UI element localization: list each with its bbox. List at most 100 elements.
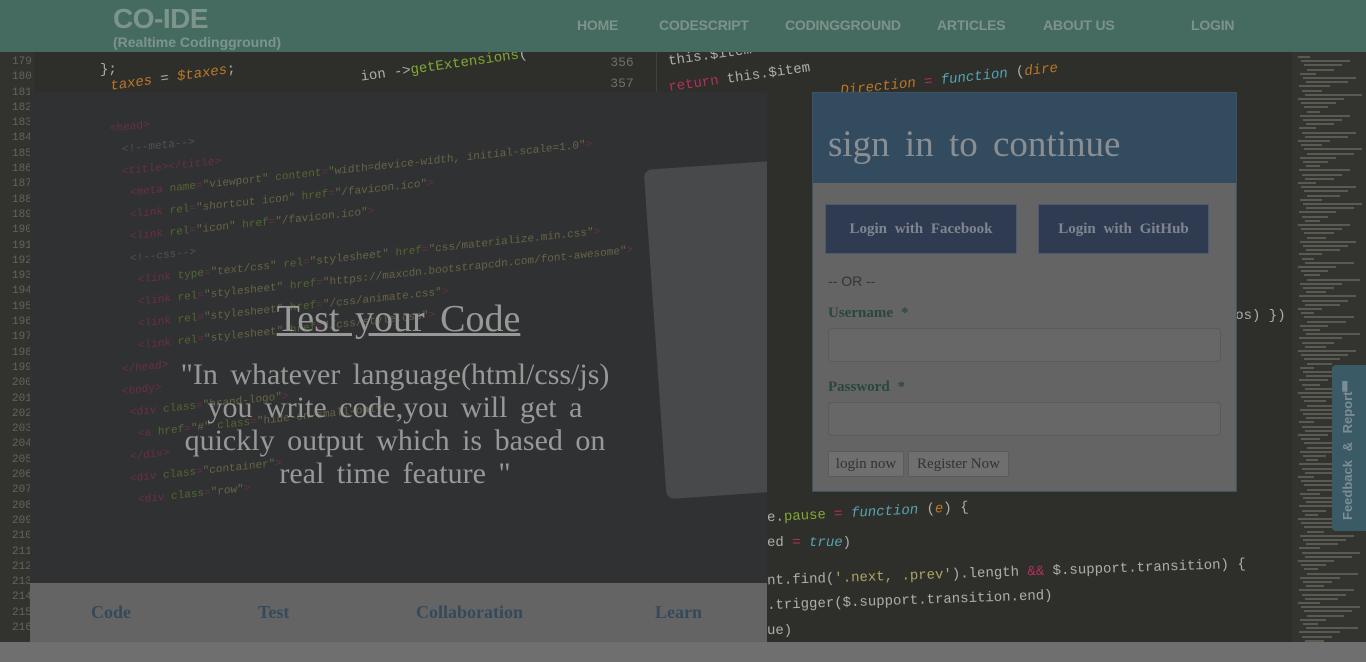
minimap-line [1298, 98, 1344, 100]
minimap-line [1304, 358, 1340, 361]
minimap-line [1306, 291, 1326, 294]
minimap-line [1304, 106, 1328, 109]
minimap-line [1299, 253, 1322, 256]
minimap-line [1304, 148, 1362, 151]
minimap-line [1301, 270, 1328, 273]
minimap-line [1303, 203, 1362, 205]
minimap-line [1300, 366, 1314, 369]
minimap-line [1298, 560, 1334, 562]
register-now-button[interactable]: Register Now [908, 451, 1009, 477]
minimap-line [1299, 421, 1314, 424]
minimap-line [1299, 379, 1328, 382]
minimap-line [1299, 337, 1342, 340]
signin-title: sign in to continue [828, 124, 1121, 165]
minimap-line [1301, 144, 1322, 147]
minimap-line [1304, 190, 1348, 193]
minimap-line [1305, 345, 1326, 348]
minimap-line [1298, 350, 1356, 352]
minimap-line [1300, 618, 1326, 621]
minimap-line [1302, 173, 1342, 176]
minimap-line [1300, 282, 1342, 285]
minimap-line [1302, 635, 1332, 638]
hero-section: <head> <!--meta--> <title></title> <meta… [30, 92, 767, 583]
minimap-line [1307, 152, 1354, 155]
minimap-line [1298, 308, 1322, 310]
nav-login[interactable]: LOGIN [1191, 17, 1235, 33]
login-now-button[interactable]: login now [828, 451, 904, 477]
minimap-line [1305, 597, 1338, 600]
minimap-line [1303, 287, 1334, 289]
feedback-tab[interactable]: ▮ Feedback & Report [1332, 365, 1366, 531]
minimap-line [1299, 589, 1354, 592]
required-mark: * [897, 379, 906, 395]
minimap-line [1301, 396, 1334, 399]
hero-title: Test your Code [276, 298, 521, 340]
minimap-line [1299, 169, 1350, 172]
minimap-line [1305, 555, 1352, 558]
code-line: }; [100, 62, 117, 78]
login-facebook-button[interactable]: Login with Facebook [825, 204, 1017, 254]
minimap-line [1307, 194, 1340, 197]
minimap-line [1300, 72, 1316, 75]
minimap-line [1302, 383, 1320, 386]
minimap-line [1304, 400, 1326, 403]
minimap-line [1304, 64, 1342, 67]
nav-codingground[interactable]: CODINGGROUND [785, 17, 901, 33]
minimap-line [1307, 362, 1332, 365]
username-input[interactable] [828, 328, 1221, 362]
nav-articles[interactable]: ARTICLES [937, 17, 1006, 33]
minimap-line [1299, 295, 1356, 298]
minimap-line [1303, 581, 1332, 583]
minimap-line [1300, 324, 1328, 327]
username-label: Username * [828, 305, 908, 322]
minimap-line [1299, 631, 1340, 634]
line-number: 357 [610, 76, 634, 91]
minimap-line [1299, 211, 1336, 214]
feature-code[interactable]: Code [91, 602, 131, 623]
nav-home[interactable]: HOME [577, 17, 618, 33]
minimap-line [1304, 274, 1320, 277]
minimap-line [1301, 438, 1320, 441]
hero-quote: "In whatever language(html/css/js) you w… [180, 358, 610, 490]
minimap-line [1298, 434, 1328, 436]
signin-panel: sign in to continue Login with Facebook … [812, 92, 1237, 492]
minimap-line [1305, 513, 1318, 516]
minimap-line [1304, 610, 1352, 613]
minimap-line [1300, 114, 1350, 117]
minimap-line [1307, 236, 1326, 239]
minimap-line [1299, 547, 1320, 550]
password-input[interactable] [828, 402, 1221, 436]
minimap-line [1305, 135, 1348, 138]
nav-codescript[interactable]: CODESCRIPT [659, 17, 749, 33]
minimap-line [1302, 257, 1314, 260]
minimap-line [1306, 123, 1334, 126]
brand-logo[interactable]: CO-IDE (Realtime Codingground) [113, 2, 281, 49]
password-label: Password * [828, 379, 905, 396]
minimap-line [1303, 539, 1346, 541]
code-line: nt.find('.next, .prev').length && $.supp… [766, 556, 1247, 590]
minimap-line [1307, 110, 1320, 113]
minimap-line [1307, 614, 1344, 617]
minimap-line [1302, 215, 1328, 218]
feature-collaboration[interactable]: Collaboration [416, 602, 523, 623]
minimap-line [1306, 417, 1332, 420]
minimap-line [1307, 320, 1346, 323]
feature-learn[interactable]: Learn [655, 602, 702, 623]
minimap-line [1302, 341, 1334, 344]
minimap-line [1303, 161, 1328, 163]
minimap-line [1305, 219, 1320, 222]
minimap-line [1298, 56, 1310, 58]
password-label-text: Password [828, 379, 890, 395]
minimap-line [1303, 245, 1348, 247]
or-divider: -- OR -- [828, 273, 876, 289]
minimap-line [1305, 471, 1332, 474]
minimap-line [1304, 232, 1334, 235]
nav-about-us[interactable]: ABOUT US [1043, 17, 1115, 33]
login-github-button[interactable]: Login with GitHub [1038, 204, 1209, 254]
minimap-line [1306, 333, 1360, 336]
feature-test[interactable]: Test [258, 602, 289, 623]
minimap-line [1306, 81, 1348, 84]
minimap-line [1303, 119, 1342, 121]
minimap-line [1301, 354, 1348, 357]
line-number-gutter: 179 180 181 182 183 184 185 186 187 188 189 190 191 1… [0, 52, 34, 642]
